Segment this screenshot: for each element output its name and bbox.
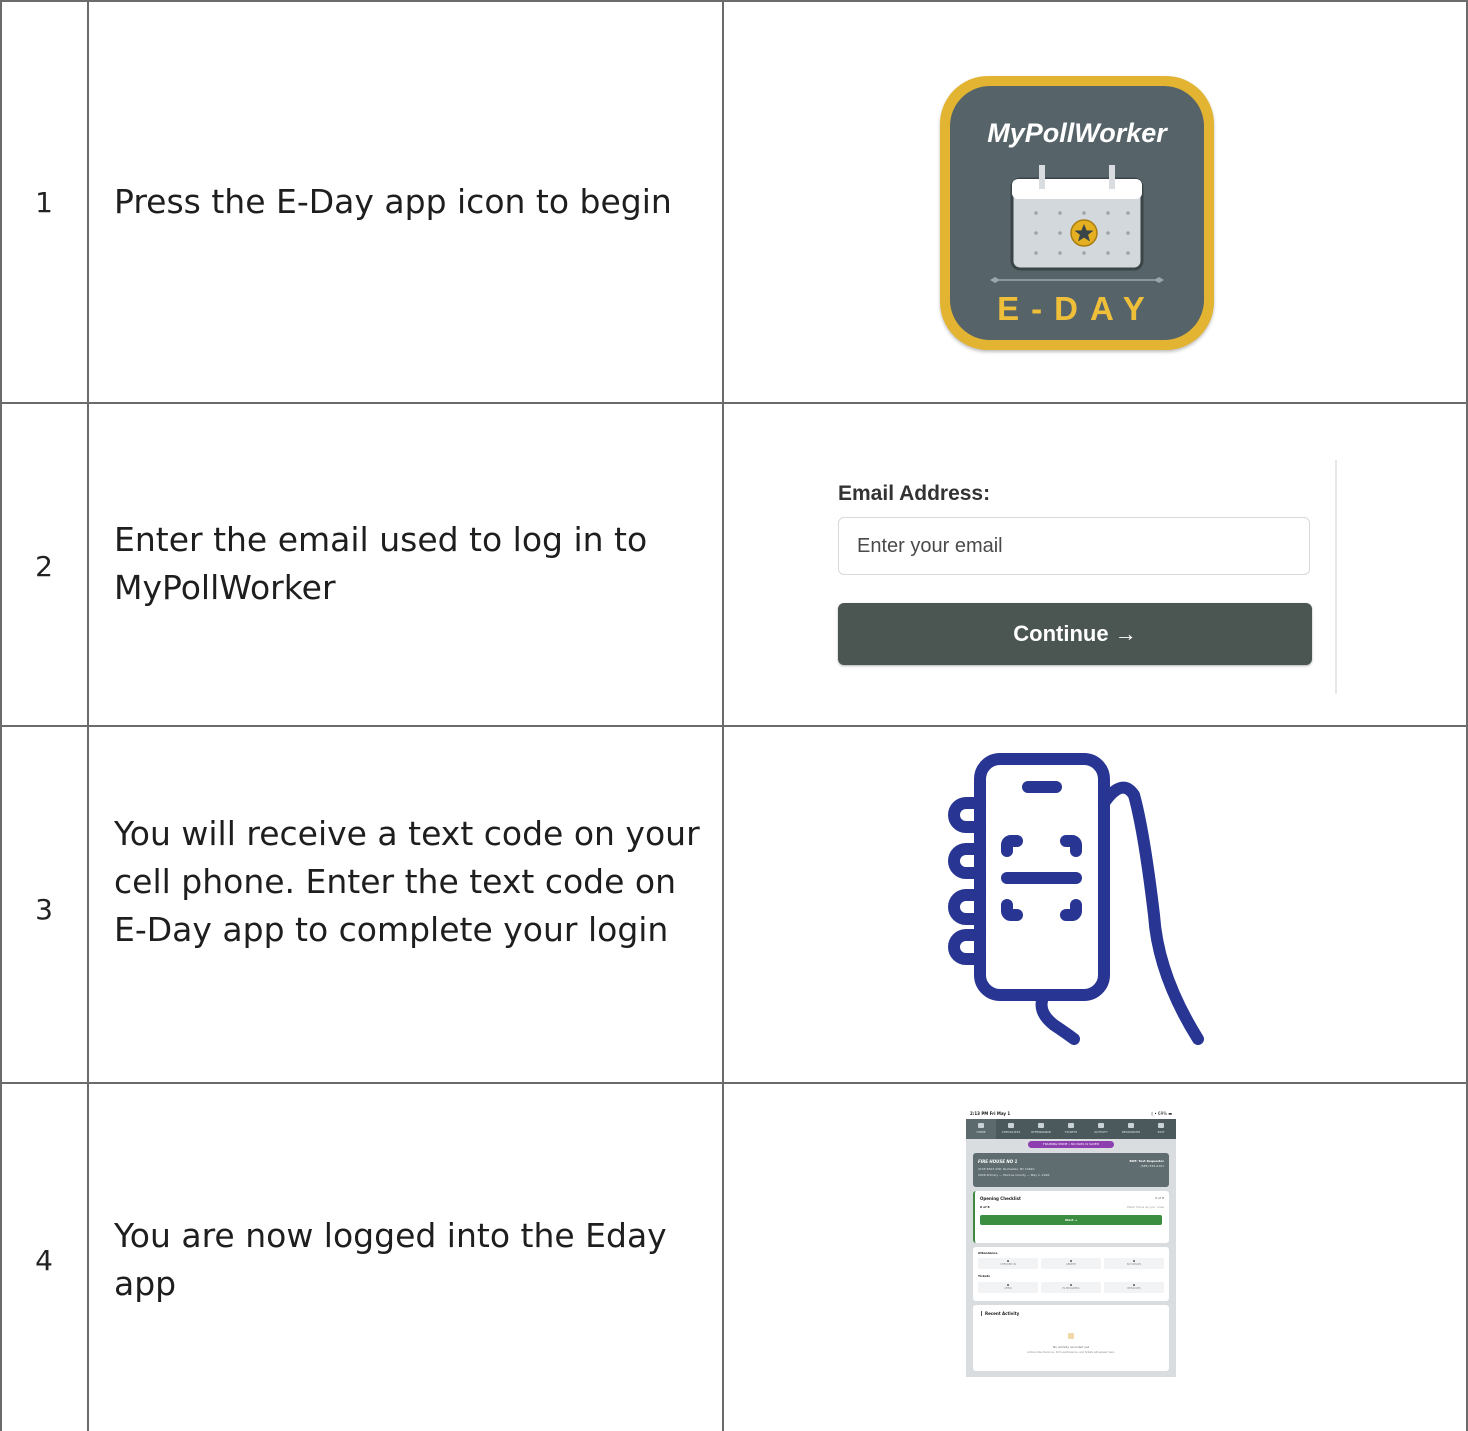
status-bar: 2:13 PM Fri May 1 ◊ • 69% ▬ bbox=[966, 1109, 1176, 1119]
table-border-row3 bbox=[0, 1082, 1468, 1084]
ticket-stat: 0 IN PROGRESS bbox=[1041, 1282, 1101, 1293]
step-text: Enter the email used to log in to MyPoll… bbox=[114, 520, 648, 607]
checklist-message: Mark 'Done as you' ones bbox=[1127, 1205, 1164, 1209]
panel-divider bbox=[1335, 460, 1337, 694]
contact-phone: (585) 555-0101 bbox=[1140, 1164, 1164, 1168]
nav-home[interactable]: HOME bbox=[966, 1119, 996, 1139]
checklist-count: 0 of 8 bbox=[1155, 1196, 1164, 1200]
step-number: 2 bbox=[35, 550, 53, 583]
checklist-progress: 0 of 8 bbox=[980, 1205, 990, 1209]
recent-activity-hint: Actions like check-ins, form submissions… bbox=[1027, 1351, 1115, 1354]
ticket-icon bbox=[1068, 1123, 1074, 1128]
status-indicators: ◊ • 69% ▬ bbox=[1151, 1111, 1172, 1116]
checklist-icon bbox=[1008, 1123, 1014, 1128]
continue-button[interactable]: Continue → bbox=[838, 603, 1312, 665]
divider-line-icon bbox=[990, 277, 1164, 283]
location-address: 2155 EAST AVE, Rochester, NY 14610 bbox=[978, 1167, 1035, 1171]
nav-activity[interactable]: ACTIVITY bbox=[1086, 1119, 1116, 1139]
step-number: 3 bbox=[35, 893, 53, 926]
attendance-stat: 0 CHECKED IN bbox=[978, 1258, 1038, 1269]
location-name: FIRE HOUSE NO 1 bbox=[978, 1159, 1018, 1164]
app-home-screenshot: 2:13 PM Fri May 1 ◊ • 69% ▬ HOME CHECKLI… bbox=[966, 1109, 1176, 1377]
training-mode-badge: TRAINING MODE • NO DATA IS SAVED bbox=[1028, 1141, 1114, 1148]
step-text: Press the E-Day app icon to begin bbox=[114, 182, 672, 221]
table-border-row1 bbox=[0, 402, 1468, 404]
home-icon bbox=[978, 1123, 984, 1128]
contact-name: BOE: Test Requester bbox=[1129, 1159, 1164, 1163]
top-nav: HOME CHECKLISTS ATTENDANCE TICKETS ACTIV… bbox=[966, 1119, 1176, 1139]
checklist-title: Opening Checklist bbox=[980, 1196, 1021, 1201]
ticket-stat: 0 OPEN bbox=[978, 1282, 1038, 1293]
note-icon bbox=[1068, 1333, 1074, 1339]
ticket-stat: 0 RESOLVED bbox=[1104, 1282, 1164, 1293]
app-icon-title: MyPollWorker bbox=[987, 118, 1167, 148]
step-number: 4 bbox=[35, 1244, 53, 1277]
nav-checklists[interactable]: CHECKLISTS bbox=[996, 1119, 1026, 1139]
app-icon-body: MyPollWorker E-DAY bbox=[950, 86, 1204, 340]
opening-checklist-card: Opening Checklist 0 of 8 0 of 8 Mark 'Do… bbox=[973, 1191, 1169, 1243]
nav-tickets[interactable]: TICKETS bbox=[1056, 1119, 1086, 1139]
election-name: 2026 Primary — Monroe County — May 1, 20… bbox=[978, 1173, 1050, 1177]
step-number: 1 bbox=[35, 186, 53, 219]
step-text: You will receive a text code on your cel… bbox=[114, 814, 700, 949]
status-time: 2:13 PM Fri May 1 bbox=[970, 1111, 1011, 1116]
calendar-icon bbox=[1010, 165, 1144, 271]
nav-attendance[interactable]: ATTENDANCE bbox=[1026, 1119, 1056, 1139]
recent-activity-card: Recent Activity No activity recorded yet… bbox=[973, 1305, 1169, 1371]
attendance-stat: 0 NO SHOWS bbox=[1104, 1258, 1164, 1269]
eday-app-icon[interactable]: MyPollWorker E-DAY bbox=[940, 76, 1214, 350]
hand-holding-phone-icon bbox=[948, 753, 1204, 1045]
start-checklist-button[interactable]: Start → bbox=[980, 1215, 1162, 1225]
tickets-title: Tickets bbox=[978, 1274, 991, 1278]
location-card: FIRE HOUSE NO 1 2155 EAST AVE, Rochester… bbox=[973, 1153, 1169, 1187]
activity-icon bbox=[1098, 1123, 1104, 1128]
email-input[interactable] bbox=[838, 517, 1310, 575]
table-border-text-col bbox=[722, 0, 724, 1431]
people-icon bbox=[1038, 1123, 1044, 1128]
exit-icon bbox=[1158, 1123, 1164, 1128]
stats-card: Attendance 0 CHECKED IN 0 ABSENT 0 NO SHOWS… bbox=[973, 1247, 1169, 1301]
app-icon-label: E-DAY bbox=[997, 290, 1157, 327]
book-icon bbox=[1128, 1123, 1134, 1128]
email-label: Email Address: bbox=[838, 482, 991, 505]
attendance-title: Attendance bbox=[978, 1251, 998, 1255]
recent-activity-title: Recent Activity bbox=[981, 1311, 1019, 1316]
nav-exit[interactable]: EXIT bbox=[1146, 1119, 1176, 1139]
step-text: You are now logged into the Eday app bbox=[114, 1216, 667, 1303]
attendance-stat: 0 ABSENT bbox=[1041, 1258, 1101, 1269]
recent-activity-empty: No activity recorded yet bbox=[1052, 1345, 1090, 1349]
table-border-row2 bbox=[0, 725, 1468, 727]
nav-resources[interactable]: RESOURCES bbox=[1116, 1119, 1146, 1139]
table-border-top bbox=[0, 0, 1468, 2]
